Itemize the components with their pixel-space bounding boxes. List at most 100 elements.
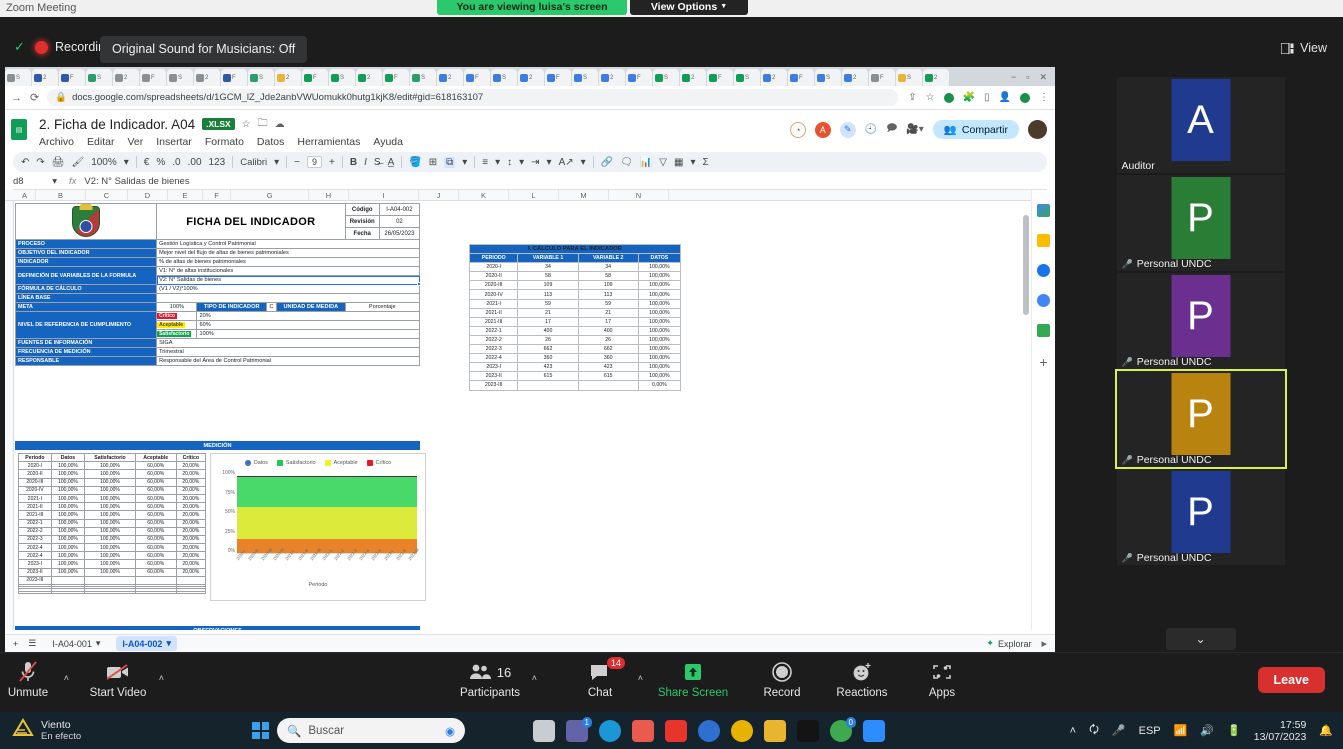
medicion-cell[interactable]: 60,00% [134, 526, 177, 536]
browser-tab[interactable]: S [5, 69, 31, 86]
medicion-cell[interactable]: 20,00% [175, 461, 207, 471]
column-header-H[interactable]: H [309, 190, 349, 201]
bookmark-star-icon[interactable]: ☆ [926, 92, 935, 103]
menu-herramientas[interactable]: Herramientas [297, 136, 360, 148]
table-row[interactable]: 2023-II 615 615 100,00% [468, 371, 682, 382]
medicion-cell[interactable]: 20,00% [175, 485, 207, 495]
insert-chart-button[interactable]: 📊 [640, 157, 652, 168]
original-sound-status[interactable]: Original Sound for Musicians: Off [100, 36, 308, 63]
table-row[interactable]: 2021-I 59 59 100,00% [468, 298, 682, 309]
menu-formato[interactable]: Formato [205, 136, 244, 148]
calc-cell[interactable]: 100,00% [637, 353, 682, 364]
meet-camera-icon[interactable]: 🎥▾ [906, 124, 923, 135]
calc-cell[interactable]: 17 [517, 316, 579, 327]
table-row[interactable]: 2022-2 100,00% 100,00% 60,00% 20,00% [18, 526, 207, 536]
level-value-critico[interactable]: 20% [196, 311, 420, 321]
row-value-fuentes[interactable]: SIGA [156, 338, 420, 348]
percent-format-button[interactable]: % [156, 157, 165, 168]
participant-tile[interactable]: P 🎤 Personal UNDC [1114, 369, 1287, 469]
functions-button[interactable]: ▦ [674, 157, 683, 168]
start-video-button[interactable]: Start Video ˄ [75, 659, 164, 699]
calc-cell[interactable]: 2023-I [468, 362, 519, 373]
font-size-input[interactable]: 9 [307, 156, 323, 168]
menu-ver[interactable]: Ver [127, 136, 143, 148]
chrome-2-icon[interactable]: 0 [830, 716, 856, 742]
tipo-indicador-value[interactable]: C [265, 302, 278, 312]
medicion-cell[interactable]: 100,00% [50, 551, 86, 561]
language-indicator[interactable]: ESP [1139, 725, 1161, 737]
row-value-v1[interactable]: V1: N° de altas institucionales [156, 266, 420, 276]
zoom-caret-icon[interactable]: ▾ [124, 157, 129, 168]
redo-icon[interactable]: ↷ [36, 157, 44, 168]
calc-cell[interactable]: 2020-III [468, 280, 519, 291]
medicion-cell[interactable]: 2022-2 [18, 526, 52, 536]
calc-cell[interactable]: 360 [577, 353, 639, 364]
table-row[interactable]: 2022-4 100,00% 100,00% 60,00% 20,00% [18, 551, 207, 561]
medicion-cell[interactable]: 2022-4 [18, 551, 52, 561]
calc-cell[interactable]: 100,00% [637, 316, 682, 327]
collaborator-avatar-b[interactable]: ✎ [839, 121, 856, 138]
medicion-cell[interactable]: 2023-I [18, 559, 52, 569]
chevron-up-icon[interactable]: ˄ [159, 673, 164, 683]
medicion-cell[interactable] [175, 590, 207, 594]
calc-cell[interactable]: 100,00% [637, 289, 682, 300]
level-value-aceptable[interactable]: 60% [196, 320, 420, 330]
medicion-cell[interactable]: 100,00% [50, 559, 86, 569]
medicion-cell[interactable]: 100,00% [50, 477, 86, 487]
medicion-cell[interactable]: 2020-I [18, 461, 52, 471]
google-tasks-icon[interactable] [1037, 234, 1050, 247]
medicion-cell[interactable]: 100,00% [84, 461, 136, 471]
calc-cell[interactable]: 100,00% [637, 371, 682, 382]
column-header-J[interactable]: J [419, 190, 459, 201]
medicion-cell[interactable]: 2020-III [18, 477, 52, 487]
calc-cell[interactable]: 2020-IV [468, 289, 519, 300]
table-row[interactable]: 2022-1 400 400 100,00% [468, 325, 682, 336]
participant-rail[interactable]: A Auditor P 🎤 Personal UNDC P 🎤 Personal UNDC P 🎤… [1058, 67, 1343, 652]
medicion-cell[interactable]: 100,00% [50, 510, 86, 520]
calc-cell[interactable]: 662 [517, 344, 579, 355]
menu-insertar[interactable]: Insertar [156, 136, 192, 148]
table-row[interactable]: 2022-2 26 26 100,00% [468, 334, 682, 346]
meta-value[interactable]: 100% [156, 302, 198, 312]
medicion-cell[interactable]: 2021-III [18, 510, 52, 520]
valign-caret-icon[interactable]: ▾ [519, 157, 524, 168]
calc-cell[interactable]: 615 [517, 371, 579, 382]
column-header-L[interactable]: L [509, 190, 559, 201]
italic-button[interactable]: I [364, 157, 367, 168]
browser-tabstrip[interactable]: S 2 F S 2 F S 2 F S 2 F S 2 F S 2 F S 2 F S 2 F S 2 F S 2 F S 2 F S 2 − ▫ ✕ [5, 67, 1055, 86]
medicion-cell[interactable]: 100,00% [84, 559, 136, 569]
wifi-icon[interactable]: 📶 [1174, 724, 1188, 737]
medicion-cell[interactable]: 100,00% [84, 469, 136, 479]
medicion-cell[interactable]: 2021-II [18, 502, 52, 512]
address-bar[interactable]: 🔒 docs.google.com/spreadsheets/d/1GCM_lZ… [47, 89, 899, 106]
browser-tab[interactable]: F [59, 69, 85, 86]
table-row[interactable]: 2022-1 100,00% 100,00% 60,00% 20,00% [18, 518, 207, 528]
chevron-up-icon[interactable]: ˄ [532, 673, 537, 683]
chrome-menu-icon[interactable]: ⋮ [1039, 92, 1049, 103]
password-manager-icon[interactable] [943, 92, 954, 103]
medicion-cell[interactable]: 100,00% [84, 485, 136, 495]
medicion-cell[interactable]: 60,00% [134, 567, 177, 577]
medicion-cell[interactable]: 100,00% [84, 477, 136, 487]
medicion-cell[interactable]: 20,00% [175, 469, 207, 479]
calc-cell[interactable]: 2021-III [468, 316, 519, 327]
increase-decimal-button[interactable]: .00 [188, 157, 202, 168]
medicion-cell[interactable]: 60,00% [134, 469, 177, 479]
add-addon-icon[interactable]: + [1039, 354, 1047, 370]
browser-tab[interactable]: 2 [194, 69, 220, 86]
medicion-cell[interactable]: 100,00% [50, 469, 86, 479]
calc-cell[interactable]: 2022-3 [468, 344, 519, 355]
snipping-tool-icon[interactable] [632, 719, 654, 742]
browser-tab[interactable]: 2 [437, 69, 463, 86]
medicion-cell[interactable]: 60,00% [134, 485, 177, 495]
column-header-D[interactable]: D [128, 190, 168, 201]
medicion-cell[interactable]: 20,00% [175, 502, 207, 512]
increase-font-size-button[interactable]: + [329, 157, 335, 168]
browser-tab[interactable]: F [383, 69, 409, 86]
chrome-icon[interactable] [731, 719, 753, 742]
browser-tab[interactable]: F [788, 69, 814, 86]
medicion-cell[interactable]: 60,00% [134, 551, 177, 561]
borders-button[interactable]: ⊞ [429, 157, 437, 168]
table-row[interactable]: 2021-III 17 17 100,00% [468, 316, 682, 327]
medicion-cell[interactable]: 60,00% [134, 559, 177, 569]
